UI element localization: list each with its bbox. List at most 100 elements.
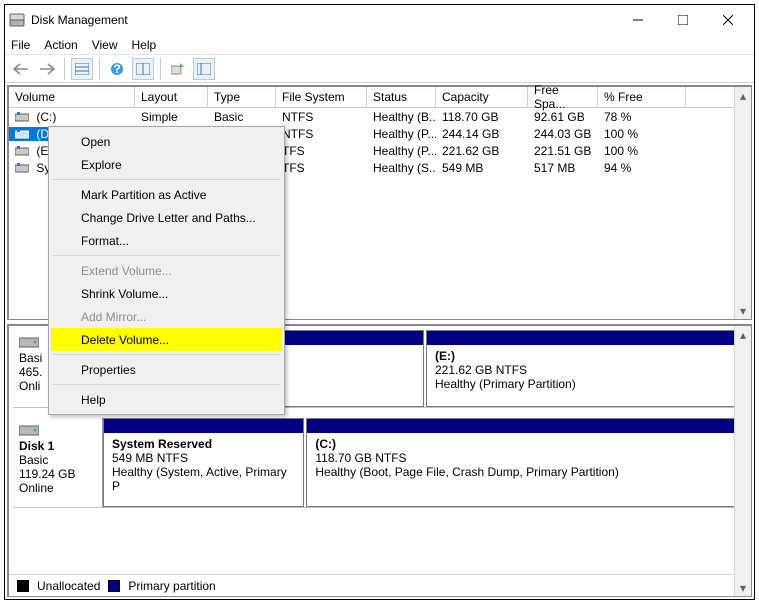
back-button[interactable] xyxy=(10,58,32,80)
close-button[interactable] xyxy=(705,6,750,34)
cell: NTFS xyxy=(276,127,367,141)
disk-label[interactable]: Disk 1Basic119.24 GBOnline xyxy=(13,418,103,507)
partition[interactable]: (C:)118.70 GB NTFSHealthy (Boot, Page Fi… xyxy=(306,418,747,507)
menu-separator xyxy=(53,255,280,256)
minimize-button[interactable] xyxy=(615,6,660,34)
menu-separator xyxy=(53,384,280,385)
help-button[interactable]: ? xyxy=(106,58,128,80)
cell: 517 MB xyxy=(528,161,598,175)
toolbar-divider xyxy=(99,58,100,80)
scroll-down-button[interactable]: ▾ xyxy=(735,302,751,319)
cell: NTFS xyxy=(276,110,367,124)
cell: 78 % xyxy=(598,110,686,124)
menu-action[interactable]: Action xyxy=(44,38,77,52)
menubar: File Action View Help xyxy=(5,35,754,55)
cell: Healthy (B... xyxy=(367,110,436,124)
volume-icon xyxy=(15,144,29,154)
column-header[interactable]: Status xyxy=(367,87,436,107)
column-header[interactable]: Capacity xyxy=(436,87,528,107)
cell: 118.70 GB xyxy=(436,110,528,124)
menu-file[interactable]: File xyxy=(11,38,30,52)
column-header[interactable]: Type xyxy=(208,87,276,107)
context-menu-item[interactable]: Delete Volume... xyxy=(51,328,282,351)
context-menu-item[interactable]: Explore xyxy=(51,153,282,176)
svg-text:?: ? xyxy=(113,62,120,76)
cell: 549 MB xyxy=(436,161,528,175)
cell: Simple xyxy=(135,110,208,124)
partitions-container: System Reserved549 MB NTFSHealthy (Syste… xyxy=(103,418,747,507)
cell: 100 % xyxy=(598,144,686,158)
legend-swatch xyxy=(17,580,29,592)
context-menu-item[interactable]: Help xyxy=(51,388,282,411)
scroll-up-button[interactable]: ▴ xyxy=(735,87,751,104)
disk-icon xyxy=(19,334,39,348)
legend-swatch xyxy=(108,580,120,592)
scroll-track[interactable] xyxy=(735,104,751,302)
cell: Healthy (S... xyxy=(367,161,436,175)
column-header[interactable]: File System xyxy=(276,87,367,107)
partition-bar xyxy=(104,419,303,433)
cell: TFS xyxy=(276,161,367,175)
cell: 221.62 GB xyxy=(436,144,528,158)
cell: (C:) xyxy=(9,110,135,124)
partition-bar xyxy=(307,419,746,433)
cell: 244.03 GB xyxy=(528,127,598,141)
volume-row[interactable]: (C:)SimpleBasicNTFSHealthy (B...118.70 G… xyxy=(9,108,751,125)
disk-management-window: Disk Management File Action View Help ? … xyxy=(4,4,755,600)
scroll-track[interactable] xyxy=(735,343,751,579)
context-menu-item[interactable]: Format... xyxy=(51,229,282,252)
context-menu-item[interactable]: Change Drive Letter and Paths... xyxy=(51,206,282,229)
disk-icon xyxy=(19,422,39,436)
action-button[interactable] xyxy=(167,58,189,80)
context-menu-item[interactable]: Shrink Volume... xyxy=(51,282,282,305)
context-menu-item: Extend Volume... xyxy=(51,259,282,282)
partition[interactable]: System Reserved549 MB NTFSHealthy (Syste… xyxy=(103,418,304,507)
context-menu-item[interactable]: Open xyxy=(51,130,282,153)
column-header[interactable]: % Free xyxy=(598,87,686,107)
menu-separator xyxy=(53,354,280,355)
scroll-down-button[interactable]: ▾ xyxy=(735,579,751,596)
toolbar-divider xyxy=(64,58,65,80)
context-menu-item: Add Mirror... xyxy=(51,305,282,328)
cell: 92.61 GB xyxy=(528,110,598,124)
vertical-scrollbar[interactable]: ▴ ▾ xyxy=(734,87,751,319)
cell: TFS xyxy=(276,144,367,158)
toolbar: ? xyxy=(5,55,754,83)
partition-body: System Reserved549 MB NTFSHealthy (Syste… xyxy=(104,433,303,497)
table-view-button[interactable] xyxy=(71,58,93,80)
disk-row: Disk 1Basic119.24 GBOnlineSystem Reserve… xyxy=(13,418,747,508)
cell: 94 % xyxy=(598,161,686,175)
partition-body: (E:)221.62 GB NTFSHealthy (Primary Parti… xyxy=(427,345,746,395)
cell: Basic xyxy=(208,110,276,124)
column-header[interactable]: Layout xyxy=(135,87,208,107)
cell: Healthy (P... xyxy=(367,127,436,141)
vertical-scrollbar[interactable]: ▴ ▾ xyxy=(734,326,751,596)
cell: Healthy (P... xyxy=(367,144,436,158)
cell: 100 % xyxy=(598,127,686,141)
context-menu: OpenExplore Mark Partition as ActiveChang… xyxy=(48,126,285,415)
volume-icon xyxy=(15,161,29,171)
partition-bar xyxy=(427,331,746,345)
volume-icon xyxy=(15,110,29,120)
context-menu-item[interactable]: Mark Partition as Active xyxy=(51,183,282,206)
window-title: Disk Management xyxy=(31,13,615,27)
partition[interactable]: (E:)221.62 GB NTFSHealthy (Primary Parti… xyxy=(426,330,747,407)
forward-button[interactable] xyxy=(36,58,58,80)
list-view-button[interactable] xyxy=(193,58,215,80)
column-header[interactable]: Volume xyxy=(9,87,135,107)
titlebar[interactable]: Disk Management xyxy=(5,5,754,35)
column-headers: VolumeLayoutTypeFile SystemStatusCapacit… xyxy=(9,87,751,108)
maximize-button[interactable] xyxy=(660,6,705,34)
app-icon xyxy=(9,12,25,28)
menu-view[interactable]: View xyxy=(92,38,118,52)
scroll-up-button[interactable]: ▴ xyxy=(735,326,751,343)
menu-help[interactable]: Help xyxy=(132,38,157,52)
toolbar-divider xyxy=(160,58,161,80)
column-header[interactable]: Free Spa... xyxy=(528,87,598,107)
legend-label: Unallocated xyxy=(37,579,100,593)
context-menu-item[interactable]: Properties xyxy=(51,358,282,381)
legend-label: Primary partition xyxy=(128,579,215,593)
volume-icon xyxy=(15,127,29,137)
legend: Unallocated Primary partition xyxy=(9,574,751,596)
graphical-view-button[interactable] xyxy=(132,58,154,80)
